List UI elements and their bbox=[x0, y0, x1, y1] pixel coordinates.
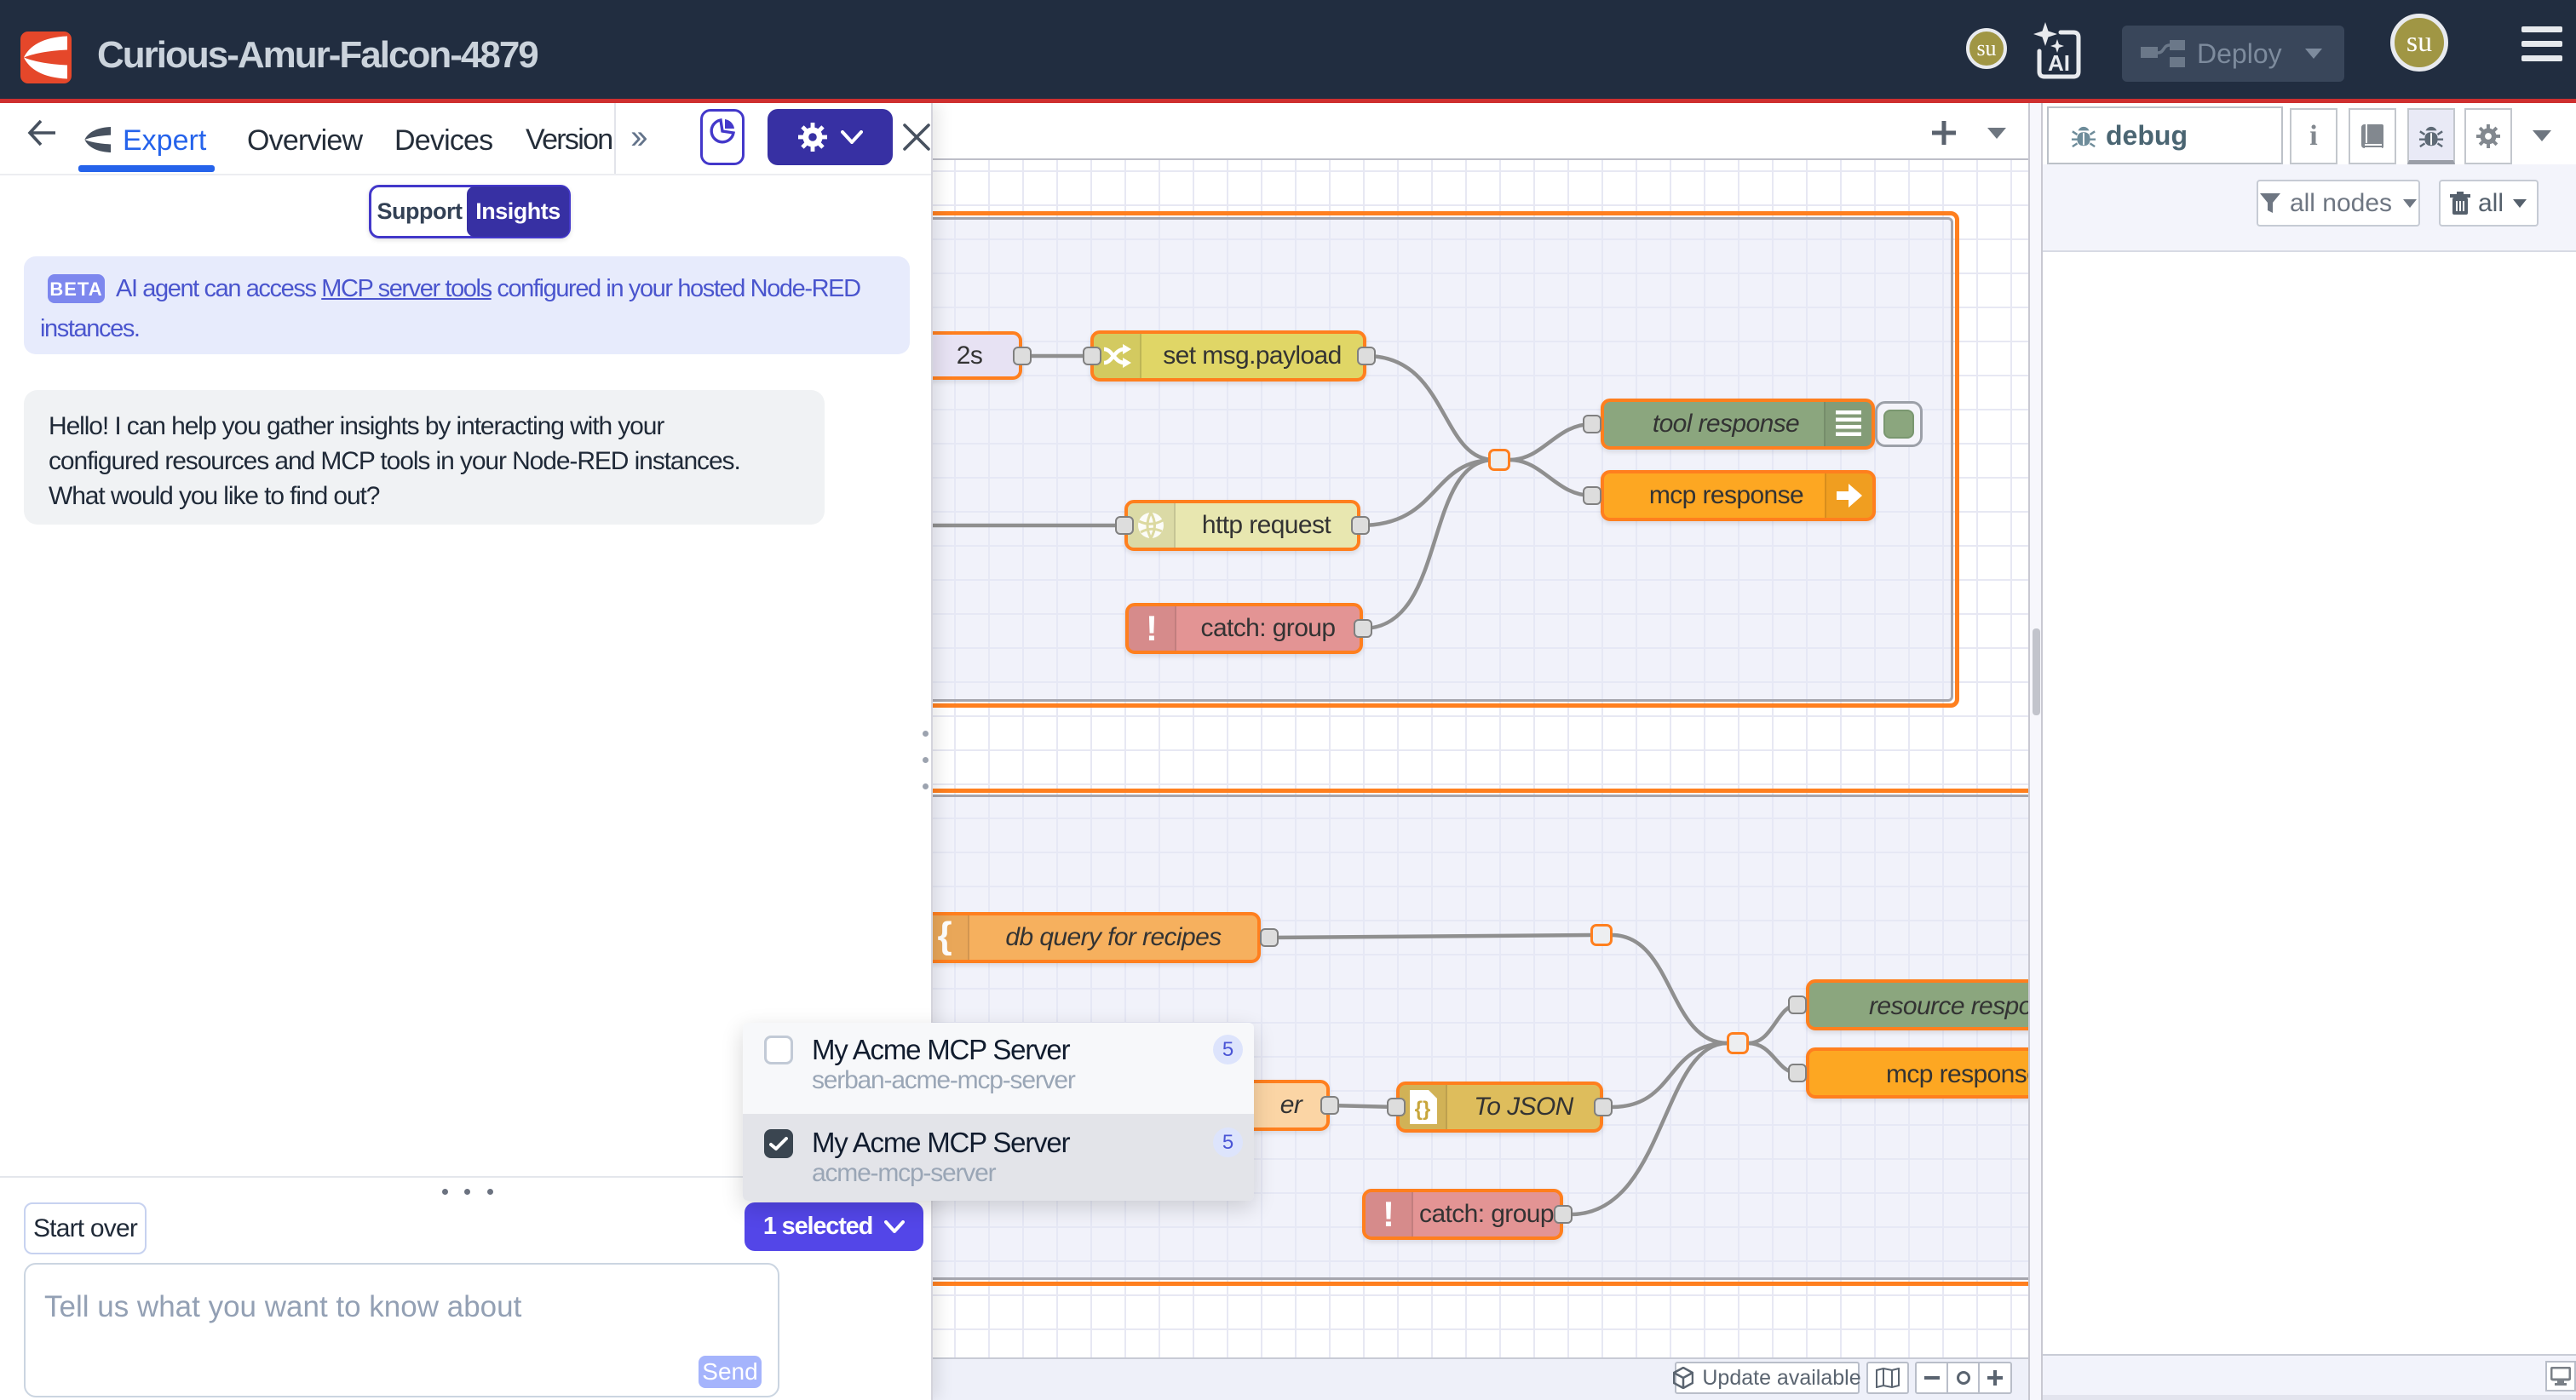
svg-text:{}: {} bbox=[1415, 1098, 1431, 1121]
svg-text:AI: AI bbox=[2048, 50, 2070, 76]
